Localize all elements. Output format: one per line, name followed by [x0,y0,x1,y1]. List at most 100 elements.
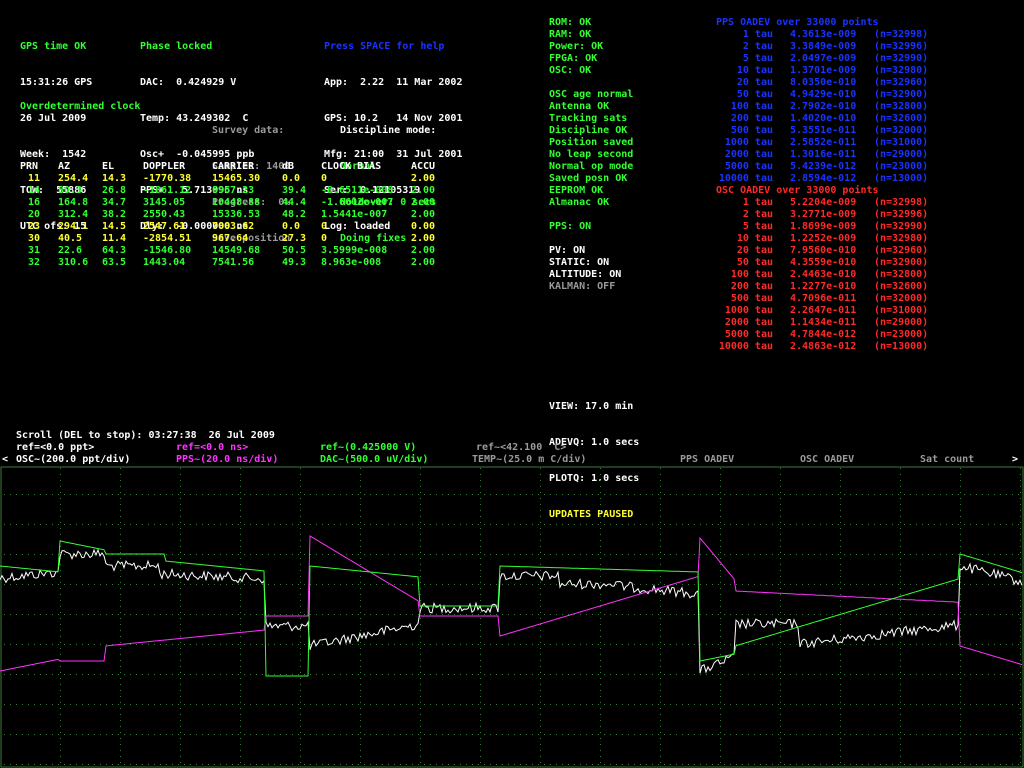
grid-dot [10,674,11,675]
grid-dot [600,546,601,547]
grid-dot [526,584,527,585]
grid-dot [550,524,551,525]
grid-dot [600,660,601,661]
grid-dot [436,554,437,555]
grid-dot [232,554,233,555]
grid-dot [892,734,893,735]
grid-dot [592,554,593,555]
grid-dot [540,696,541,697]
grid-dot [754,644,755,645]
grid-dot [274,584,275,585]
osc_adev-count: (n=32900) [874,257,929,268]
grid-dot [502,554,503,555]
grid-dot [840,522,841,523]
grid-dot [304,734,305,735]
grid-dot [352,734,353,735]
scroll-left-arrow[interactable]: < [2,454,8,466]
grid-dot [166,644,167,645]
trend-plot[interactable] [0,466,1024,768]
grid-dot [442,674,443,675]
grid-dot [112,614,113,615]
grid-dot [120,564,121,565]
pps_adev-count: (n=32800) [874,101,929,112]
grid-dot [600,522,601,523]
grid-dot [480,684,481,685]
grid-dot [400,494,401,495]
grid-dot [420,726,421,727]
grid-dot [838,764,839,765]
grid-dot [720,708,721,709]
grid-dot [598,494,599,495]
pps_adev-value: 1.4020e-010 [790,113,857,124]
grid-dot [412,674,413,675]
grid-dot [1018,524,1019,525]
grid-dot [412,764,413,765]
grid-dot [322,584,323,585]
sat-table-cell: 34.7 [102,197,127,208]
sat-table-cell: 310.6 [58,257,89,268]
grid-dot [244,764,245,765]
grid-dot [610,704,611,705]
grid-dot [664,644,665,645]
grid-dot [718,614,719,615]
grid-dot [544,674,545,675]
grid-dot [420,690,421,691]
pps-adev-plot-toggle[interactable]: PPS OADEV [680,454,734,466]
grid-dot [40,674,41,675]
grid-dot [154,734,155,735]
sat-header-cell: ACCU [411,161,436,172]
grid-dot [900,636,901,637]
grid-dot [10,494,11,495]
grid-dot [840,612,841,613]
osc-adev-plot-toggle[interactable]: OSC OADEV [800,454,854,466]
grid-dot [960,564,961,565]
pps_adev-value: 2.0497e-009 [790,53,857,64]
grid-dot [346,524,347,525]
grid-dot [1000,584,1001,585]
grid-dot [706,524,707,525]
grid-dot [780,474,781,475]
grid-dot [412,734,413,735]
grid-dot [148,614,149,615]
grid-dot [562,764,563,765]
grid-dot [622,674,623,675]
grid-dot [600,558,601,559]
grid-dot [580,704,581,705]
grid-dot [610,614,611,615]
grid-dot [628,644,629,645]
grid-dot [340,674,341,675]
grid-dot [892,524,893,525]
grid-dot [784,764,785,765]
grid-dot [480,516,481,517]
grid-dot [64,614,65,615]
grid-dot [946,614,947,615]
grid-dot [58,734,59,735]
grid-dot [406,554,407,555]
grid-dot [688,614,689,615]
grid-dot [280,554,281,555]
grid-dot [420,678,421,679]
grid-dot [766,584,767,585]
grid-dot [712,734,713,735]
grid-dot [346,674,347,675]
grid-dot [780,552,781,553]
grid-dot [100,614,101,615]
grid-dot [670,704,671,705]
grid-dot [424,494,425,495]
grid-dot [598,644,599,645]
grid-dot [184,494,185,495]
grid-dot [960,588,961,589]
sat-count-plot-toggle[interactable]: Sat count [920,454,974,466]
grid-dot [664,704,665,705]
grid-dot [742,554,743,555]
grid-dot [130,584,131,585]
grid-dot [480,480,481,481]
grid-dot [844,614,845,615]
grid-dot [412,704,413,705]
grid-dot [52,734,53,735]
grid-dot [240,732,241,733]
grid-dot [480,582,481,583]
osc_adev-value: 5.2204e-009 [790,197,857,208]
scroll-right-arrow[interactable]: > [1012,454,1018,466]
grid-dot [286,704,287,705]
